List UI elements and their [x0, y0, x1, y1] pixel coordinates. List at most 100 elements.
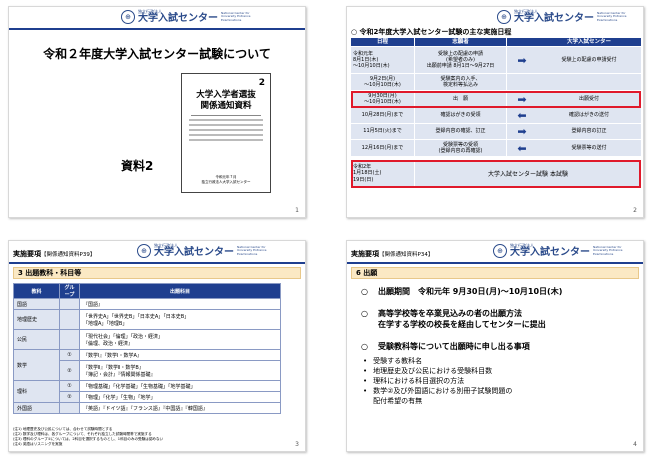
row-date: 9月30日(月) ～10月10日(木)	[351, 91, 415, 107]
document-number: 2	[258, 78, 265, 88]
row-center: 登録内容の訂正	[571, 128, 607, 135]
arrow-right-icon: ➡	[517, 125, 527, 138]
slide-2[interactable]: ⊕ 独立行政法人 大学入試センター National Center for Un…	[346, 6, 644, 218]
table-header-row: 教科 グループ 出題科目	[13, 283, 281, 299]
sub-bullet-text: 地理歴史及び公民における受験科目数	[373, 366, 493, 375]
cell-items: 『国語』	[79, 298, 281, 310]
cell-subject: 地理歴史	[13, 309, 60, 330]
sub-bullet-text: 受験する教科名	[373, 356, 423, 365]
main-bullet: ○ 高等学校等を卒業見込みの者の出願方法 在学する学校の校長を経由してセンターに…	[361, 309, 639, 330]
cell-group: ②	[59, 360, 80, 381]
logo-main-text: 大学入試センター	[154, 247, 234, 258]
schedule-row: 10月28日(月)まで 確認はがきの受領 ⬅ 確認はがきの送付	[351, 108, 641, 124]
row-applicant: 受験票等の受領 (登録内容の再確認)	[415, 140, 507, 156]
cell-group	[59, 309, 80, 330]
header-rule	[9, 262, 305, 264]
cell-items: 「現代社会」「倫理」「政治・経済」 『倫理、政治・経済』	[79, 329, 281, 350]
logo-english-text: National Center for University Entrance …	[221, 10, 251, 22]
row-center: 確認はがきの送付	[568, 112, 609, 119]
row-date: 令和2年 1月18日(土) 19日(日)	[351, 160, 415, 187]
sub-bullet: • 地理歴史及び公民における受験科目数	[363, 366, 639, 376]
schedule-row: 令和元年 8月1日(木) ～10月10日(木) 受験上の配慮の申請 (希望者のみ…	[351, 47, 641, 74]
cell-items: 「世界史A」「世界史B」「日本史A」「日本史B」 「地理A」「地理B」	[79, 309, 281, 330]
col-header-applicant: 志願者	[415, 38, 507, 46]
main-bullet-text: 受験教科等について出願時に申し出る事項	[377, 342, 530, 352]
fine-print-line	[189, 119, 263, 122]
document-title: 大学入学者選抜 関係通知資料	[187, 90, 265, 111]
cell-subject: 国語	[13, 298, 60, 310]
cell-group	[59, 298, 80, 310]
title-reference: 【関係通知資料P39】	[41, 252, 96, 258]
cell-group: ①	[59, 349, 80, 361]
row-date: 12月16日(月)まで	[351, 140, 415, 156]
cell-items: 『英語』『ドイツ語』『フランス語』『中国語』『韓国語』	[79, 402, 281, 414]
row-exam-text: 大学入試センター試験 本試験	[488, 171, 568, 178]
cell-subject: 理科	[13, 380, 60, 403]
row-applicant: 確認はがきの受領	[415, 108, 507, 123]
cell-group: ①	[59, 380, 80, 392]
table-notes: (注1) 地理歴史及び公民については、合わせて試験時間とする (注2) 数学及び…	[13, 427, 283, 447]
row-date: 令和元年 8月1日(木) ～10月10日(木)	[351, 47, 415, 73]
fine-print-line	[189, 139, 263, 142]
arrow-right-icon: ➡	[517, 92, 527, 106]
row-applicant: 登録内容の確認、訂正	[415, 124, 507, 139]
logo-main-text: 大学入試センター	[138, 13, 218, 24]
fine-print-line	[189, 134, 263, 137]
table-row: 数学 ① 『数学Ⅰ』『数学Ⅰ・数学A』	[13, 349, 281, 381]
seal-icon: ⊕	[121, 10, 135, 24]
cell-group	[59, 329, 80, 350]
cell-items: 「物理」「化学」「生物」「地学」	[79, 391, 281, 403]
subjects-table: 教科 グループ 出題科目 国語 『国語』 地理歴史 「世界史A」「世界史B」「日…	[13, 283, 281, 414]
section-heading: 3 出題教科・科目等	[13, 267, 301, 279]
slide-title: 実施要項【関係通知資料P39】	[13, 249, 95, 259]
table-row: 理科 ① 「物理基礎」「化学基礎」「生物基礎」「地学基礎」	[13, 380, 281, 403]
logo-main-text: 大学入試センター	[510, 247, 590, 258]
cell-group	[59, 402, 80, 414]
dot-bullet-icon: •	[363, 356, 368, 365]
col-header-group: グループ	[59, 283, 80, 299]
header-logo: ⊕ 独立行政法人 大学入試センター National Center for Un…	[121, 10, 259, 24]
page-number: 2	[633, 207, 637, 214]
schedule-row: 11月5日(火)まで 登録内容の確認、訂正 ➡ 登録内容の訂正	[351, 124, 641, 140]
cell-subject: 外国語	[13, 402, 60, 414]
sub-bullet: • 受験する教科名	[363, 356, 639, 366]
main-bullet: ○ 受験教科等について出願時に申し出る事項	[361, 342, 639, 352]
schedule-row: 12月16日(月)まで 受験票等の受領 (登録内容の再確認) ⬅ 受験票等の送付	[351, 140, 641, 157]
col-header-arrow	[507, 38, 537, 46]
sub-bullet: • 理科における科目選択の方法	[363, 376, 639, 386]
schedule-table: 日程 志願者 大学入試センター 令和元年 8月1日(木) ～10月10日(木) …	[351, 38, 641, 188]
arrow-right-icon: ➡	[517, 53, 527, 67]
header-rule	[9, 28, 305, 30]
circle-bullet-icon: ○	[361, 342, 368, 352]
schedule-row-exam: 令和2年 1月18日(土) 19日(日) 大学入試センター試験 本試験	[351, 160, 641, 188]
col-header-date: 日程	[351, 38, 415, 46]
sub-bullet-text: 理科における科目選択の方法	[373, 376, 465, 385]
schedule-row-highlighted: 9月30日(月) ～10月10日(木) 出 願 ➡ 出願受付	[351, 91, 641, 108]
logo-english-text: National Center for University Entrance …	[237, 244, 267, 256]
logo-main-text: 大学入試センター	[514, 13, 594, 24]
slide-4[interactable]: 実施要項【関係通知資料P34】 ⊕ 独立行政法人 大学入試センター Nation…	[346, 240, 644, 452]
row-date: 9月2日(月) ～10月10日(木)	[351, 74, 415, 90]
row-center: 出願受付	[578, 95, 599, 102]
slide-3[interactable]: 実施要項【関係通知資料P39】 ⊕ 独立行政法人 大学入試センター Nation…	[8, 240, 306, 452]
col-header-subject: 教科	[13, 283, 60, 299]
row-center: 受験上の配慮の申請受付	[561, 56, 617, 63]
row-date: 10月28日(月)まで	[351, 108, 415, 123]
main-bullet-text: 高等学校等を卒業見込みの者の出願方法 在学する学校の校長を経由してセンターに提出	[377, 309, 546, 329]
cell-subject: 数学	[13, 349, 60, 381]
seal-icon: ⊕	[137, 244, 151, 258]
slide-title: 実施要項【関係通知資料P34】	[351, 249, 433, 259]
cell-items: 「物理基礎」「化学基礎」「生物基礎」「地学基礎」	[79, 380, 281, 392]
cell-group: ②	[59, 391, 80, 403]
header-logo: ⊕ 独立行政法人 大学入試センター National Center for Un…	[497, 10, 635, 24]
sub-bullet-text: 数学②及び外国語における別冊子試験問題の 配付希望の有無	[373, 386, 513, 406]
row-center: 受験票等の送付	[571, 144, 607, 151]
slide-1[interactable]: ⊕ 独立行政法人 大学入試センター National Center for Un…	[8, 6, 306, 218]
page-number: 3	[295, 441, 299, 448]
document-issuer: 独立行政法人大学入試センター	[201, 180, 251, 185]
material-label: 資料2	[121, 159, 154, 173]
row-applicant: 受験上の配慮の申請 (希望者のみ) 出願前申請 8月1日～9月27日	[415, 47, 507, 73]
dot-bullet-icon: •	[363, 366, 368, 375]
header-logo: ⊕ 独立行政法人 大学入試センター National Center for Un…	[137, 244, 275, 258]
schedule-heading: ○ 令和2年度大学入試センター試験の主な実施日程	[351, 28, 512, 36]
